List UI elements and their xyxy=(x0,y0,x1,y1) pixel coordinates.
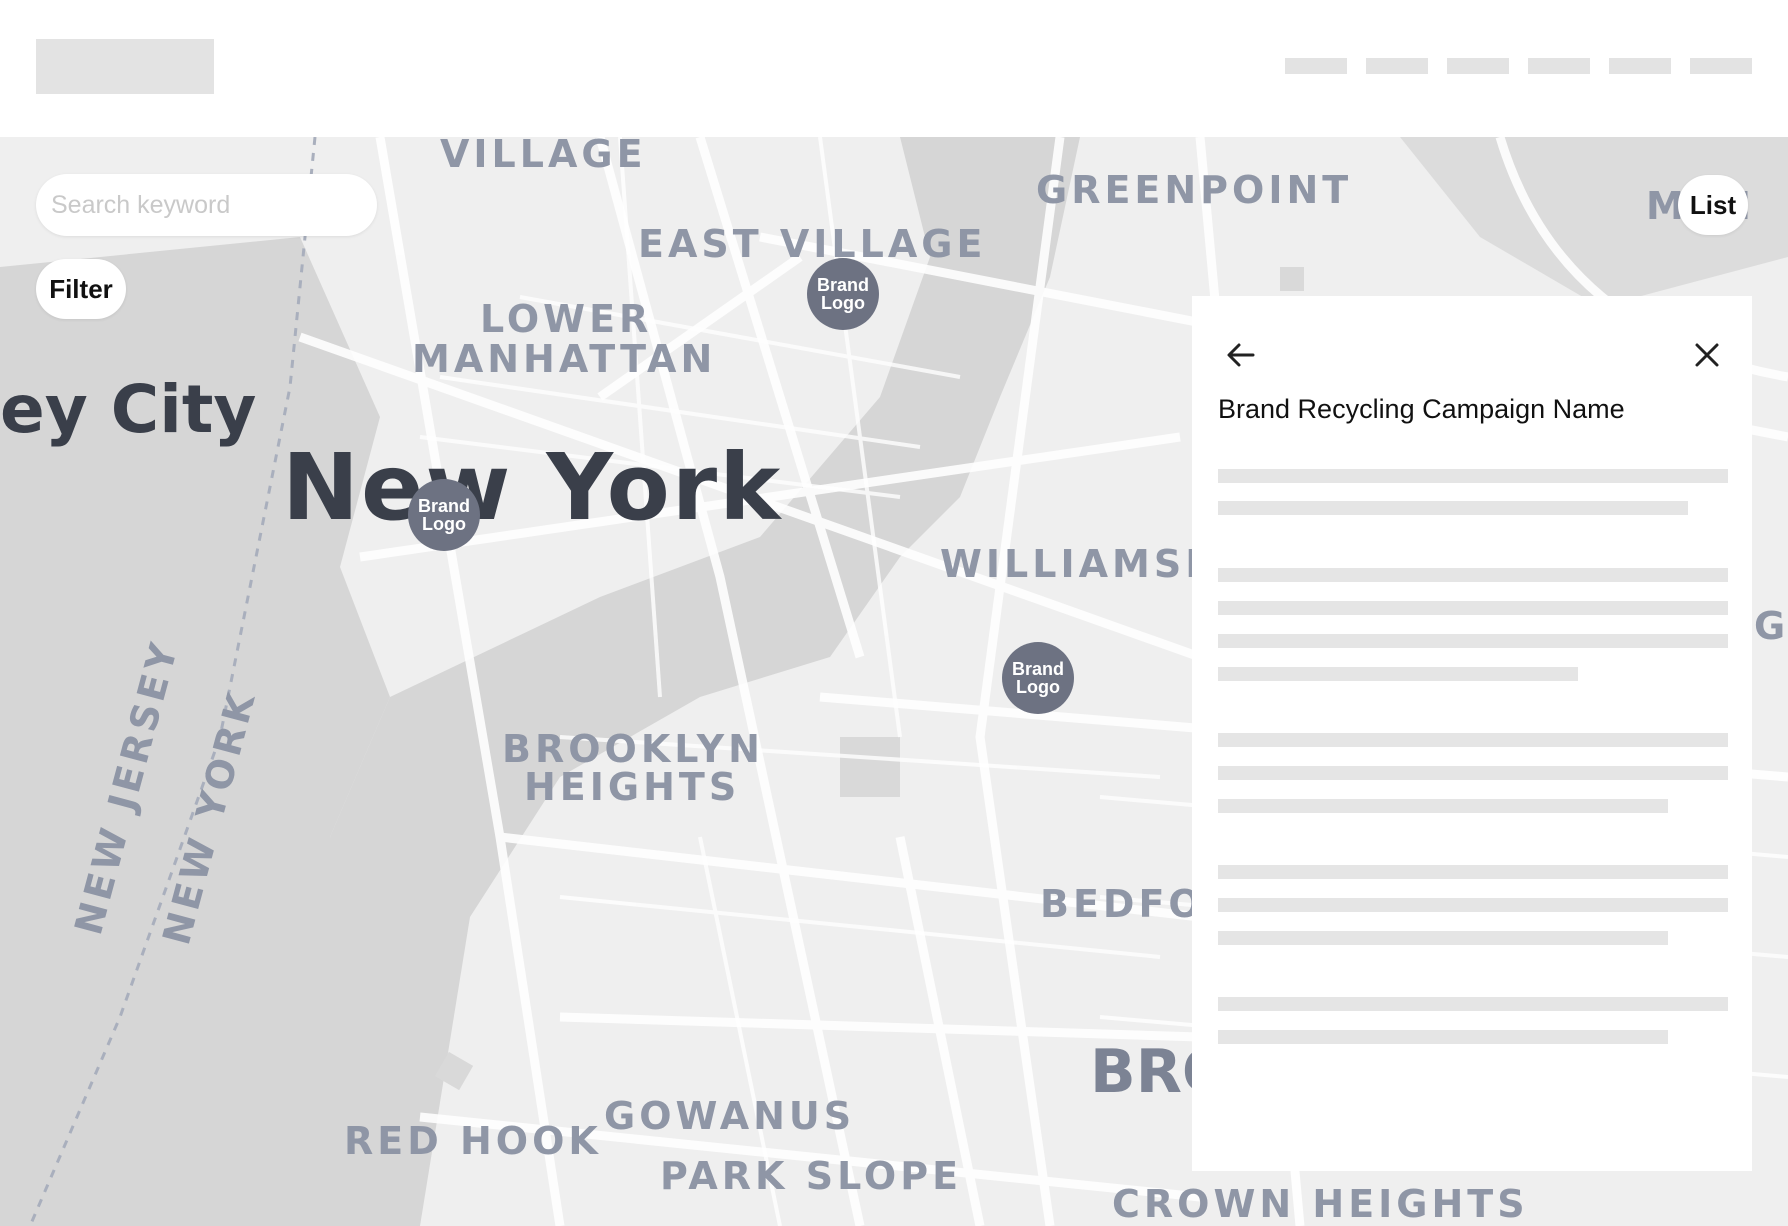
label-gowanus: GOWANUS xyxy=(604,1094,855,1138)
nav-item-4[interactable] xyxy=(1528,58,1590,74)
text-placeholder-line xyxy=(1218,1030,1668,1044)
pin-label-line1: Brand xyxy=(417,496,470,516)
label-manhattan: MANHATTAN xyxy=(412,337,716,381)
close-icon xyxy=(1695,343,1719,367)
pin-label-line2: Logo xyxy=(1016,677,1060,697)
app-header xyxy=(0,0,1788,137)
list-label: List xyxy=(1689,189,1737,220)
campaign-detail-panel: Brand Recycling Campaign Name xyxy=(1192,296,1752,1171)
label-lower: LOWER xyxy=(480,297,652,341)
label-g-edge: G xyxy=(1754,604,1788,648)
label-east-village: EAST VILLAGE xyxy=(638,222,986,266)
text-placeholder-line xyxy=(1218,766,1728,780)
back-button[interactable] xyxy=(1218,332,1264,378)
label-heights: HEIGHTS xyxy=(524,765,740,809)
text-placeholder-line xyxy=(1218,799,1668,813)
text-placeholder-line xyxy=(1218,997,1728,1011)
logo-placeholder[interactable] xyxy=(36,39,214,94)
pin-label-line1: Brand xyxy=(1011,659,1064,679)
map-pin-brand[interactable]: Brand Logo xyxy=(408,479,480,551)
panel-title: Brand Recycling Campaign Name xyxy=(1218,394,1625,424)
label-bedford: BEDFO xyxy=(1040,882,1205,926)
nav-item-5[interactable] xyxy=(1609,58,1671,74)
pin-label-line2: Logo xyxy=(821,293,865,313)
label-greenpoint: GREENPOINT xyxy=(1036,168,1352,212)
text-placeholder-line xyxy=(1218,667,1578,681)
nav-item-1[interactable] xyxy=(1285,58,1347,74)
map-pin-brand[interactable]: Brand Logo xyxy=(1002,642,1074,714)
pin-label-line2: Logo xyxy=(422,514,466,534)
arrow-left-icon xyxy=(1227,343,1255,367)
text-placeholder-line xyxy=(1218,469,1728,483)
text-placeholder-line xyxy=(1218,865,1728,879)
search-input[interactable] xyxy=(49,189,353,221)
filter-label: Filter xyxy=(49,273,113,304)
map-pin-brand[interactable]: Brand Logo xyxy=(807,258,879,330)
label-crown-heights: CROWN HEIGHTS xyxy=(1112,1182,1529,1226)
label-park-slope: PARK SLOPE xyxy=(660,1154,962,1198)
label-jersey-city: ey City xyxy=(0,371,256,448)
text-placeholder-line xyxy=(1218,898,1728,912)
nav-item-2[interactable] xyxy=(1366,58,1428,74)
text-placeholder-line xyxy=(1218,601,1728,615)
text-placeholder-line xyxy=(1218,733,1728,747)
top-nav xyxy=(1285,58,1752,74)
search-bar xyxy=(36,174,377,236)
pin-label-line1: Brand xyxy=(816,275,869,295)
nav-item-3[interactable] xyxy=(1447,58,1509,74)
text-placeholder-line xyxy=(1218,501,1688,515)
list-button[interactable]: List xyxy=(1678,175,1748,235)
nav-item-6[interactable] xyxy=(1690,58,1752,74)
filter-button[interactable]: Filter xyxy=(36,259,126,319)
label-village: VILLAGE xyxy=(440,137,647,176)
label-williamsburg: WILLIAMSB xyxy=(940,542,1218,586)
text-placeholder-line xyxy=(1218,931,1668,945)
label-new-york: New York xyxy=(282,434,782,541)
text-placeholder-line xyxy=(1218,634,1728,648)
close-button[interactable] xyxy=(1684,332,1730,378)
text-placeholder-line xyxy=(1218,568,1728,582)
label-red-hook: RED HOOK xyxy=(344,1119,602,1163)
